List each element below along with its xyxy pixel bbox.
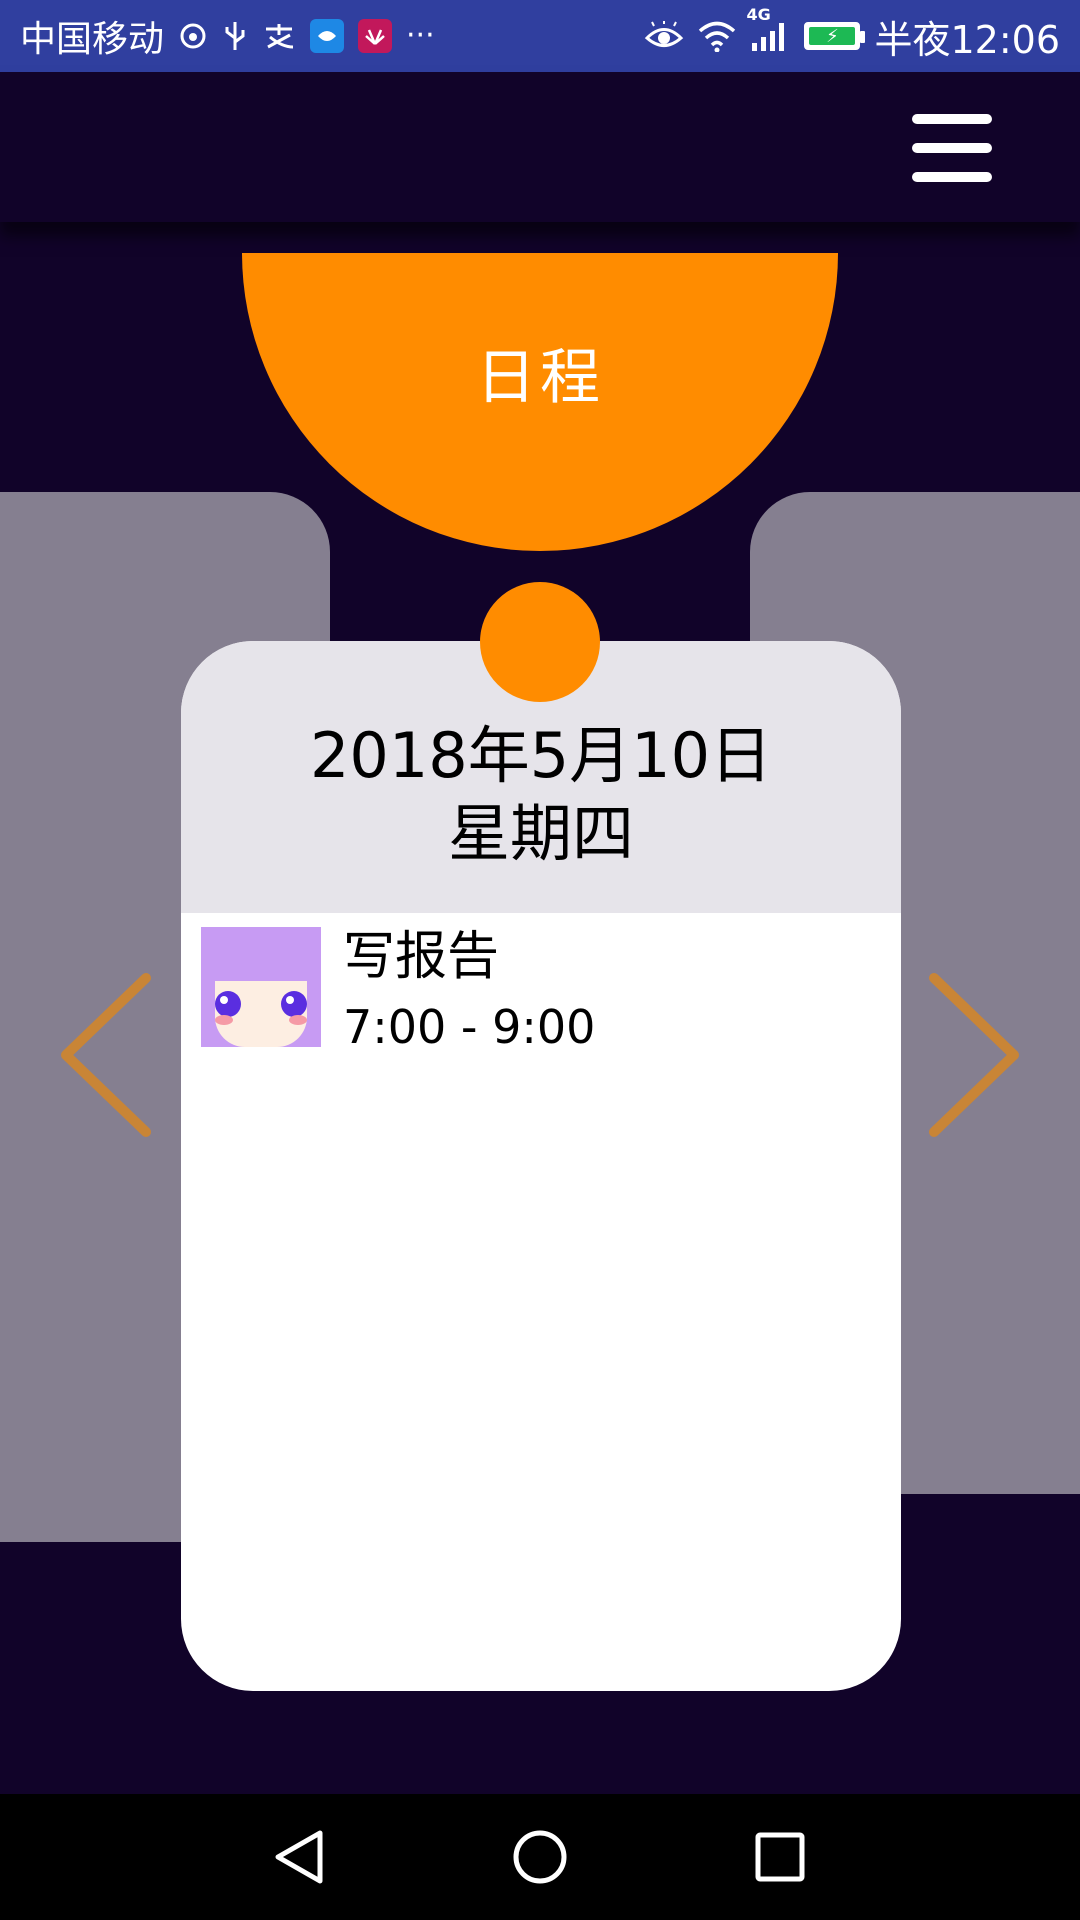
app-root: 中国移动 ··· 4G ⚡ 半夜12:06 日程 2018年5月10日 星期四 …: [0, 0, 1080, 1920]
event-title: 写报告: [343, 927, 500, 987]
avatar-blush: [215, 1015, 233, 1025]
avatar: [201, 927, 321, 1047]
battery-icon: ⚡: [804, 22, 866, 50]
netease-music-icon: [178, 21, 208, 51]
app-bar: [0, 72, 1080, 222]
recents-square-icon[interactable]: [745, 1822, 815, 1892]
usb-icon: [222, 20, 248, 52]
avatar-blush: [289, 1015, 307, 1025]
avatar-eye: [215, 991, 241, 1017]
eye-comfort-icon: [644, 21, 684, 51]
cellular-signal-icon: 4G: [746, 7, 790, 53]
home-circle-icon[interactable]: [505, 1822, 575, 1892]
alipay-icon: [262, 21, 296, 51]
event-text: 写报告 7:00 - 9:00: [343, 927, 595, 1055]
chevron-right-icon[interactable]: [922, 970, 1022, 1140]
menu-line: [912, 143, 992, 153]
status-bar: 中国移动 ··· 4G ⚡ 半夜12:06: [0, 0, 1080, 72]
list-item[interactable]: 写报告 7:00 - 9:00: [181, 913, 901, 1069]
avatar-hair: [201, 927, 321, 981]
menu-line: [912, 172, 992, 182]
card-weekday: 星期四: [447, 797, 634, 870]
menu-line: [912, 114, 992, 124]
system-nav-bar: [0, 1794, 1080, 1920]
page-title: 日程: [476, 342, 604, 413]
tencent-app-icon: [310, 19, 345, 53]
huawei-app-icon: [358, 19, 393, 53]
avatar-eye: [281, 991, 307, 1017]
chevron-left-icon[interactable]: [58, 970, 158, 1140]
day-card: 2018年5月10日 星期四 写报告 7:00 - 9:00: [181, 641, 901, 1691]
status-left: 中国移动 ···: [20, 10, 435, 62]
wifi-icon: [698, 20, 736, 52]
event-time: 7:00 - 9:00: [343, 1000, 596, 1054]
more-icon: ···: [406, 18, 435, 53]
schedule-header: 日程: [242, 253, 838, 551]
back-triangle-icon[interactable]: [265, 1822, 335, 1892]
carrier-name: 中国移动: [20, 19, 165, 60]
hamburger-menu-icon[interactable]: [912, 108, 992, 188]
card-pin-dot: [480, 582, 600, 702]
card-date: 2018年5月10日: [309, 719, 773, 792]
status-time: 半夜12:06: [874, 17, 1060, 62]
status-right: 4G ⚡ 半夜12:06: [644, 7, 1060, 64]
network-type-label: 4G: [746, 5, 771, 24]
